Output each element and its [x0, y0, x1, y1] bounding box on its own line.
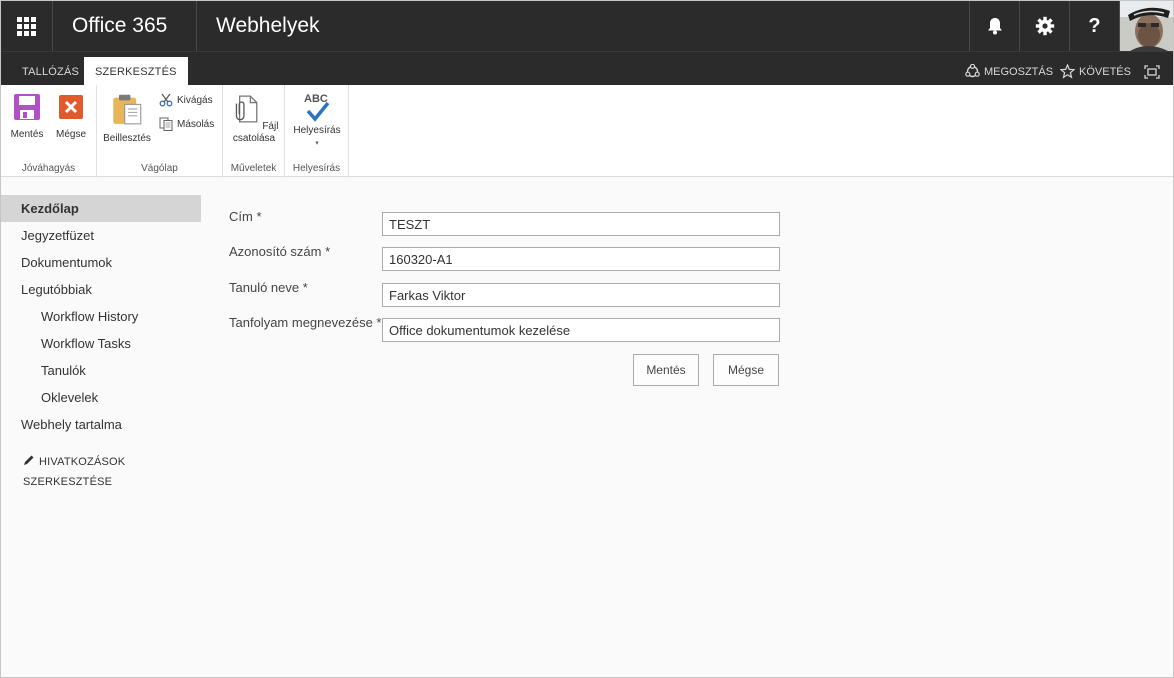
nav-item-documents[interactable]: Dokumentumok [1, 249, 201, 276]
ribbon-save-label: Mentés [10, 129, 44, 140]
ribbon-attach-label-2: csatolása [232, 133, 276, 144]
ribbon-paste-label: Beillesztés [103, 133, 151, 144]
cancel-icon [59, 95, 83, 119]
ribbon-cancel-label: Mégse [55, 129, 86, 140]
id-input[interactable] [382, 247, 780, 271]
ribbon-cut-label: Kivágás [177, 94, 213, 106]
ribbon-tab-bar: TALLÓZÁS SZERKESZTÉS MEGOSZTÁS KÖVETÉS [1, 51, 1173, 86]
form-row-title: Cím * [229, 207, 789, 236]
edit-links-label-2: SZERKESZTÉSE [23, 476, 113, 488]
tab-browse[interactable]: TALLÓZÁS [11, 57, 90, 86]
ribbon-copy-button[interactable]: Másolás [159, 117, 214, 131]
student-name-label: Tanuló neve * [229, 280, 308, 295]
ribbon-group-label: Műveletek [230, 163, 277, 174]
course-name-input[interactable] [382, 318, 780, 342]
ribbon-group-label: Vágólap [141, 163, 178, 174]
focus-mode-button[interactable] [1144, 57, 1160, 86]
follow-label: KÖVETÉS [1079, 65, 1131, 78]
nav-item-notebook[interactable]: Jegyzetfüzet [1, 222, 201, 249]
ribbon-paste-button[interactable]: Beillesztés [101, 93, 153, 145]
follow-button[interactable]: KÖVETÉS [1060, 57, 1131, 86]
ribbon-attach-file-button[interactable]: Fájl csatolása [229, 93, 279, 145]
nav-item-certificates[interactable]: Oklevelek [1, 384, 201, 411]
edit-links-label-1: HIVATKOZÁSOK [39, 456, 126, 468]
help-button[interactable]: ? [1069, 1, 1119, 51]
ribbon-group-clipboard: Beillesztés Kivágás Másolás Vágólap [97, 85, 223, 177]
spelling-icon: ABC [302, 93, 332, 123]
form-row-id: Azonosító szám * [229, 242, 789, 271]
student-name-input[interactable] [382, 283, 780, 307]
nav-item-recent[interactable]: Legutóbbiak [1, 276, 201, 303]
user-avatar[interactable] [1119, 1, 1173, 51]
tab-edit[interactable]: SZERKESZTÉS [84, 57, 188, 86]
save-icon [14, 94, 40, 120]
bell-icon [987, 18, 1002, 35]
brand-title[interactable]: Office 365 [53, 1, 197, 51]
attach-file-icon [235, 95, 257, 123]
ribbon-spelling-label: Helyesírás [293, 125, 341, 136]
ribbon-group-spelling: ABC Helyesírás ▾ Helyesírás [285, 85, 349, 177]
share-icon [965, 64, 980, 78]
quick-launch-nav: Kezdőlap Jegyzetfüzet Dokumentumok Legut… [1, 195, 201, 492]
edit-links-button[interactable]: HIVATKOZÁSOK SZERKESZTÉSE [1, 452, 201, 492]
app-launcher-button[interactable] [1, 1, 53, 51]
ribbon-group-commit: Mentés Mégse Jóváhagyás [1, 85, 97, 177]
ribbon-group-label: Helyesírás [292, 163, 341, 174]
share-label: MEGOSZTÁS [984, 65, 1054, 78]
ribbon-attach-label-1: Fájl [262, 121, 279, 132]
help-icon: ? [1088, 14, 1101, 37]
pencil-icon [24, 455, 34, 465]
scissors-icon [159, 93, 173, 107]
ribbon: Mentés Mégse Jóváhagyás Beillesztés Kivá… [1, 85, 1173, 177]
title-input[interactable] [382, 212, 780, 236]
ribbon-cut-button[interactable]: Kivágás [159, 93, 213, 107]
ribbon-save-button[interactable]: Mentés [7, 93, 47, 141]
nav-item-home[interactable]: Kezdőlap [1, 195, 201, 222]
nav-item-students[interactable]: Tanulók [1, 357, 201, 384]
id-label: Azonosító szám * [229, 244, 331, 259]
copy-icon [159, 117, 173, 131]
course-name-label: Tanfolyam megnevezése * [229, 315, 382, 330]
nav-item-site-contents[interactable]: Webhely tartalma [1, 411, 201, 438]
nav-item-workflow-tasks[interactable]: Workflow Tasks [1, 330, 201, 357]
notifications-button[interactable] [969, 1, 1019, 51]
chevron-down-icon: ▾ [315, 140, 319, 147]
ribbon-group-label: Jóváhagyás [21, 163, 76, 174]
cancel-button[interactable]: Mégse [713, 354, 779, 386]
suite-bar: Office 365 Webhelyek ? [1, 1, 1173, 51]
site-title[interactable]: Webhelyek [216, 1, 320, 51]
app-window: Office 365 Webhelyek ? TALLÓZÁS SZERKESZ… [0, 0, 1174, 678]
gear-icon [1035, 16, 1054, 36]
share-button[interactable]: MEGOSZTÁS [965, 57, 1053, 86]
avatar-photo [1120, 1, 1173, 51]
focus-icon [1144, 64, 1160, 79]
ribbon-cancel-button[interactable]: Mégse [51, 93, 91, 141]
waffle-icon [17, 16, 36, 36]
ribbon-group-actions: Fájl csatolása Műveletek [223, 85, 285, 177]
settings-button[interactable] [1019, 1, 1069, 51]
ribbon-copy-label: Másolás [177, 118, 215, 130]
ribbon-spelling-button[interactable]: ABC Helyesírás ▾ [289, 93, 345, 150]
form-row-course-name: Tanfolyam megnevezése * [229, 313, 789, 342]
paste-icon [113, 94, 142, 125]
nav-item-workflow-history[interactable]: Workflow History [1, 303, 201, 330]
title-label: Cím * [229, 209, 262, 224]
form-row-student-name: Tanuló neve * [229, 278, 789, 307]
save-button[interactable]: Mentés [633, 354, 699, 386]
star-icon [1060, 64, 1075, 79]
